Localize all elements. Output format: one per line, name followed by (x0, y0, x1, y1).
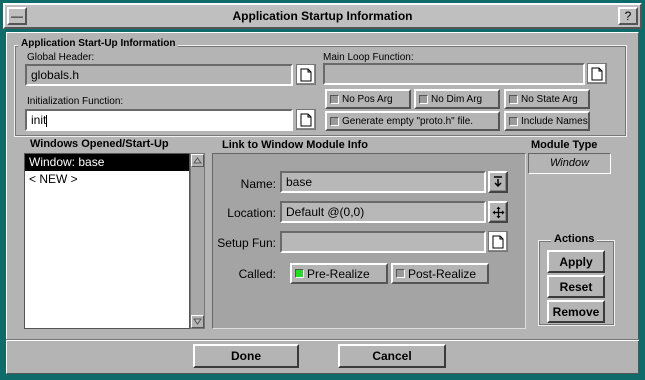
no-dim-arg-toggle[interactable]: No Dim Arg (414, 89, 500, 109)
remove-button[interactable]: Remove (547, 300, 605, 323)
include-names-label: Include Names (521, 115, 588, 127)
setup-fun-field[interactable] (280, 231, 486, 253)
scroll-down-button[interactable] (191, 315, 204, 328)
init-function-browse-button[interactable] (296, 109, 316, 130)
done-button[interactable]: Done (193, 344, 299, 368)
checkbox-indicator (330, 94, 339, 104)
setup-fun-label: Setup Fun: (217, 236, 276, 250)
init-function-label: Initialization Function: (27, 96, 124, 107)
help-button[interactable]: ? (618, 7, 638, 25)
help-icon: ? (624, 9, 632, 23)
name-dropdown-button[interactable] (488, 171, 508, 193)
post-realize-toggle[interactable]: Post-Realize (391, 263, 489, 284)
scroll-up-button[interactable] (191, 154, 204, 167)
main-loop-label: Main Loop Function: (323, 52, 414, 63)
main-loop-field[interactable] (323, 63, 585, 85)
name-field[interactable]: base (280, 171, 486, 193)
windows-list-scrollbar[interactable] (190, 153, 205, 329)
init-function-field[interactable]: init (25, 109, 293, 131)
no-pos-arg-toggle[interactable]: No Pos Arg (325, 89, 411, 109)
text-cursor (46, 114, 48, 127)
location-field[interactable]: Default @(0,0) (280, 201, 486, 223)
called-label: Called: (238, 267, 276, 281)
module-type-heading: Module Type (531, 139, 598, 151)
generate-proto-label: Generate empty "proto.h" file. (342, 115, 474, 127)
checkbox-indicator (396, 269, 405, 278)
document-icon (300, 68, 312, 81)
windows-listbox[interactable]: Window: base < NEW > (24, 153, 190, 329)
generate-proto-toggle[interactable]: Generate empty "proto.h" file. (325, 111, 500, 131)
checkbox-indicator (419, 94, 428, 104)
checkbox-indicator (330, 116, 339, 126)
global-header-label: Global Header: (27, 52, 95, 63)
title-bar[interactable]: — Application Startup Information ? (3, 3, 642, 29)
global-header-field[interactable]: globals.h (25, 64, 293, 86)
down-arrow-icon (193, 318, 202, 325)
pre-realize-toggle[interactable]: Pre-Realize (290, 263, 388, 284)
link-panel-heading: Link to Window Module Info (222, 139, 368, 151)
post-realize-label: Post-Realize (408, 266, 477, 281)
location-label: Location: (227, 206, 276, 220)
apply-button[interactable]: Apply (547, 250, 605, 273)
init-function-value: init (31, 113, 47, 127)
global-header-browse-button[interactable] (296, 64, 316, 85)
checkbox-indicator (295, 269, 304, 278)
reset-button[interactable]: Reset (547, 275, 605, 298)
startup-group-label: Application Start-Up Information (18, 38, 179, 49)
include-names-toggle[interactable]: Include Names (504, 111, 590, 131)
list-item[interactable]: < NEW > (25, 171, 189, 188)
window-title: Application Startup Information (232, 9, 413, 23)
document-icon (300, 113, 312, 126)
no-dim-arg-label: No Dim Arg (431, 93, 483, 105)
actions-group-label: Actions (551, 233, 598, 245)
module-type-value: Window (528, 153, 611, 174)
main-loop-browse-button[interactable] (587, 63, 607, 84)
four-way-arrow-icon (492, 206, 504, 218)
no-pos-arg-label: No Pos Arg (342, 93, 393, 105)
pre-realize-label: Pre-Realize (307, 266, 370, 281)
footer-divider (6, 339, 639, 341)
up-arrow-icon (193, 157, 202, 164)
document-icon (591, 67, 603, 80)
no-state-arg-label: No State Arg (521, 93, 578, 105)
app-window: — Application Startup Information ? Appl… (0, 0, 645, 380)
cancel-button[interactable]: Cancel (338, 344, 446, 368)
document-icon (492, 235, 504, 248)
down-arrow-bar-icon (494, 176, 502, 188)
checkbox-indicator (509, 116, 518, 126)
setup-fun-browse-button[interactable] (488, 231, 508, 252)
name-label: Name: (240, 177, 276, 191)
list-item[interactable]: Window: base (25, 154, 189, 171)
checkbox-indicator (509, 94, 518, 104)
no-state-arg-toggle[interactable]: No State Arg (504, 89, 590, 109)
location-move-button[interactable] (488, 201, 508, 223)
windows-list-heading: Windows Opened/Start-Up (30, 138, 169, 150)
